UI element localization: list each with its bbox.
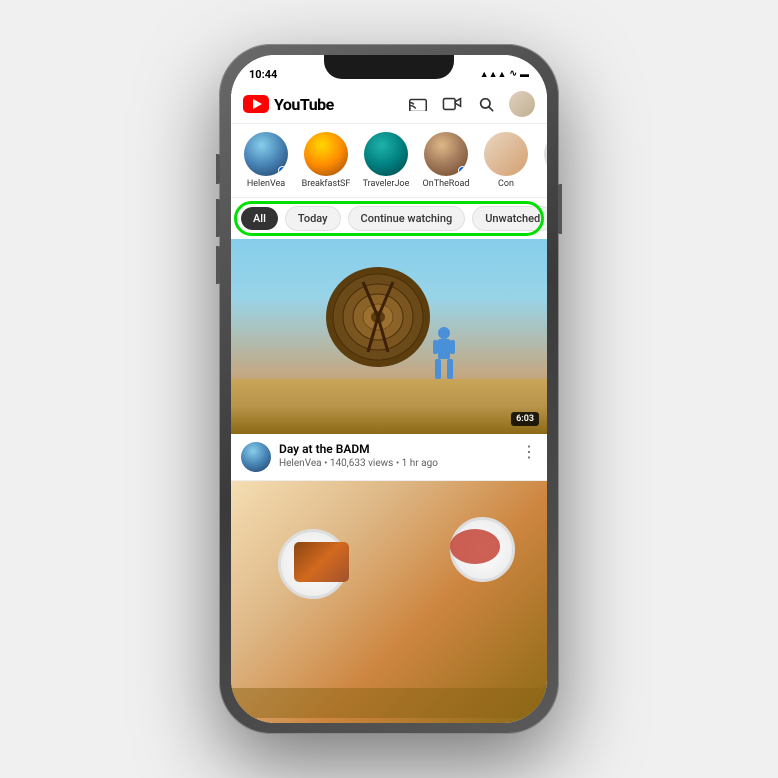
phone-frame: 10:44 ▲▲▲ ∿ ▬ YouTube — [219, 44, 559, 734]
power-button — [558, 184, 562, 234]
screen-content: 10:44 ▲▲▲ ∿ ▬ YouTube — [231, 55, 547, 723]
chip-today[interactable]: Today — [285, 206, 341, 231]
header-actions — [407, 91, 535, 117]
sub-label-breakfastsf: BreakfastSF — [302, 179, 351, 189]
video-thumbnail-1[interactable]: 6:03 — [231, 239, 547, 434]
sub-avatar-travelerjoe — [364, 132, 408, 176]
subscriptions-row: HelenVea BreakfastSF TravelerJoe OnTheRo… — [231, 124, 547, 198]
channel-avatar[interactable] — [241, 442, 271, 472]
sub-label-ontheroad: OnTheRoad — [423, 179, 470, 189]
sub-item-breakfastsf[interactable]: BreakfastSF — [301, 132, 351, 189]
youtube-header: YouTube — [231, 85, 547, 124]
user-avatar[interactable] — [509, 91, 535, 117]
volume-down-button — [216, 246, 220, 284]
chip-unwatched[interactable]: Unwatched — [472, 206, 547, 231]
sub-label-con: Con — [498, 179, 514, 189]
sub-avatar-breakfastsf — [304, 132, 348, 176]
video-more-button[interactable]: ⋮ — [521, 442, 537, 461]
sub-item-ontheroad[interactable]: OnTheRoad — [421, 132, 471, 189]
sub-avatar-helenvea — [244, 132, 288, 176]
youtube-play-icon — [243, 95, 269, 113]
video-details: Day at the BADM HelenVea • 140,633 views… — [279, 442, 513, 469]
chip-all[interactable]: All — [241, 207, 278, 230]
food-item-1 — [294, 542, 349, 582]
sub-item-helenvea[interactable]: HelenVea — [241, 132, 291, 189]
silent-button — [216, 154, 220, 184]
signal-icon: ▲▲▲ — [480, 69, 507, 80]
unread-dot-2 — [458, 166, 467, 175]
video-meta: HelenVea • 140,633 views • 1 hr ago — [279, 458, 513, 469]
video-info-row: Day at the BADM HelenVea • 140,633 views… — [231, 434, 547, 481]
status-icons: ▲▲▲ ∿ ▬ — [480, 69, 529, 80]
youtube-logo: YouTube — [243, 95, 407, 114]
youtube-wordmark: YouTube — [274, 95, 334, 114]
sub-item-all[interactable]: ALL — [541, 132, 547, 176]
cast-button[interactable] — [407, 93, 429, 115]
sub-all-button: ALL — [544, 132, 547, 176]
phone-notch — [324, 55, 454, 79]
wifi-icon: ∿ — [509, 69, 517, 79]
sub-item-travelerjoe[interactable]: TravelerJoe — [361, 132, 411, 189]
sub-avatar-ontheroad — [424, 132, 468, 176]
sub-label-helenvea: HelenVea — [247, 179, 285, 189]
video-duration: 6:03 — [511, 412, 539, 426]
battery-icon: ▬ — [520, 69, 529, 80]
sub-avatar-con — [484, 132, 528, 176]
video-thumbnail-2[interactable] — [231, 481, 547, 723]
tree-stump — [323, 262, 433, 372]
status-time: 10:44 — [249, 68, 277, 81]
filter-row: All Today Continue watching Unwatched — [231, 198, 547, 239]
sub-label-travelerjoe: TravelerJoe — [363, 179, 410, 189]
volume-up-button — [216, 199, 220, 237]
ground — [231, 379, 547, 434]
play-triangle — [253, 99, 262, 109]
chip-continue-watching[interactable]: Continue watching — [348, 206, 466, 231]
search-button[interactable] — [475, 93, 497, 115]
sub-item-con[interactable]: Con — [481, 132, 531, 189]
food-bg — [231, 481, 547, 723]
phone-screen: 10:44 ▲▲▲ ∿ ▬ YouTube — [231, 55, 547, 723]
food-item-2 — [450, 529, 500, 564]
video-camera-button[interactable] — [441, 93, 463, 115]
unread-dot — [278, 166, 287, 175]
video-title[interactable]: Day at the BADM — [279, 442, 513, 456]
food-overlay — [231, 688, 547, 718]
person-figure — [429, 325, 459, 389]
video-feed: 6:03 Day at the BADM HelenVea • 140,633 … — [231, 239, 547, 723]
